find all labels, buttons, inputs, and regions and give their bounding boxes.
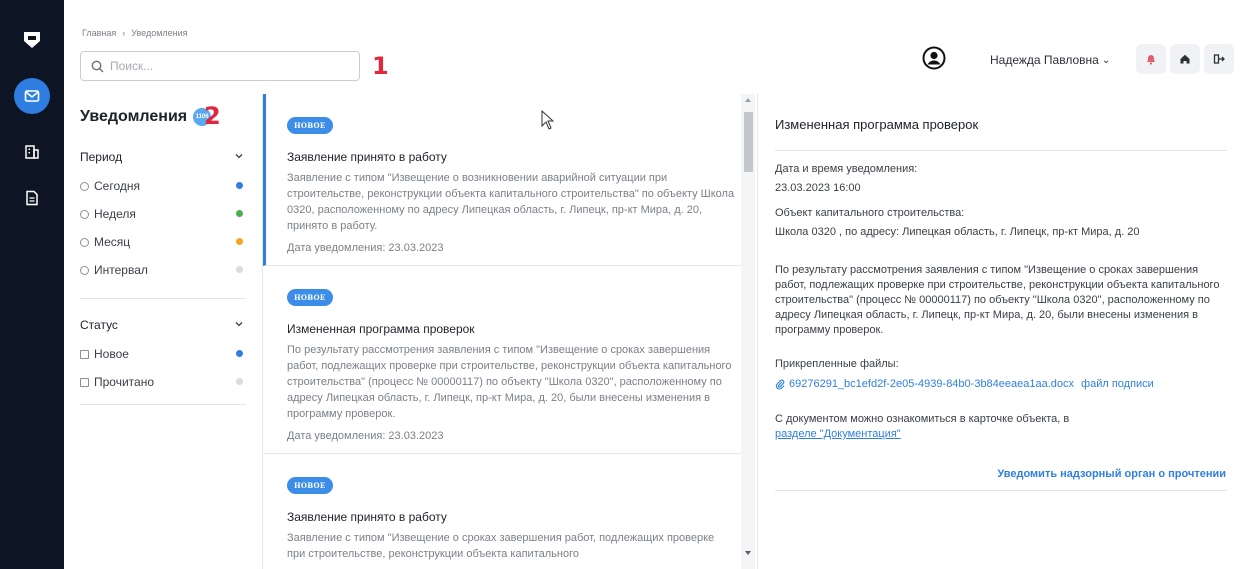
search-icon	[91, 60, 104, 72]
home-icon	[1180, 54, 1190, 64]
notification-title: Измененная программа проверок	[287, 322, 475, 336]
status-dot	[236, 238, 243, 245]
notify-authority-button[interactable]: Уведомить надзорный орган о прочтении	[997, 468, 1226, 480]
filter-option-week[interactable]: Неделя	[80, 207, 136, 221]
new-badge: НОВОЕ	[287, 477, 333, 494]
logout-icon	[1213, 54, 1225, 64]
status-dot	[236, 378, 243, 385]
option-label: Прочитано	[94, 375, 154, 389]
search-box[interactable]	[80, 51, 360, 81]
breadcrumb: Главная › Уведомления	[82, 28, 188, 38]
option-label: Месяц	[94, 235, 131, 249]
files-label: Прикрепленные файлы:	[775, 358, 899, 370]
home-button[interactable]	[1170, 44, 1200, 74]
doc-note: С документом можно ознакомиться в карточ…	[775, 413, 1070, 425]
notification-date: Дата уведомления: 23.03.2023	[287, 242, 444, 254]
annotation-2: 2	[204, 102, 221, 130]
divider	[775, 490, 1227, 491]
filter-option-new[interactable]: Новое	[80, 347, 129, 361]
filters-panel: Уведомления 1106 2 Период Сегодня Неделя…	[64, 94, 262, 569]
option-label: Неделя	[94, 207, 136, 221]
notification-text: Заявление с типом "Извещение о возникнов…	[287, 172, 735, 232]
list-item[interactable]: НОВОЕ Заявление принято в работу Заявлен…	[263, 454, 742, 569]
status-dot	[236, 210, 243, 217]
bell-icon	[1147, 55, 1155, 65]
notifications-list: НОВОЕ Заявление принято в работу Заявлен…	[262, 94, 756, 569]
radio-interval[interactable]	[80, 265, 89, 275]
status-dot	[236, 350, 243, 357]
divider	[80, 298, 246, 299]
chevron-down-icon[interactable]	[234, 319, 244, 329]
attachment-file-link[interactable]: 69276291_bc1efd2f-2e05-4939-84b0-3b84eea…	[789, 377, 1074, 392]
search-input[interactable]	[110, 59, 340, 73]
option-label: Интервал	[94, 263, 148, 277]
document-icon	[26, 190, 38, 206]
attachment-row: 69276291_bc1efd2f-2e05-4939-84b0-3b84eea…	[775, 377, 1230, 392]
divider	[80, 404, 246, 405]
nav-notifications[interactable]	[14, 78, 50, 114]
cursor-icon	[541, 110, 555, 130]
chevron-down-icon[interactable]	[234, 151, 244, 161]
object-label: Объект капитального строительства:	[775, 207, 965, 219]
datetime-label: Дата и время уведомления:	[775, 163, 918, 175]
user-menu[interactable]: Надежда Павловна ⌄	[990, 53, 1110, 67]
documentation-link-wrap: разделе "Документация"	[775, 427, 1230, 442]
new-badge: НОВОЕ	[287, 117, 333, 134]
filter-period-header[interactable]: Период	[80, 150, 122, 164]
radio-month[interactable]	[80, 237, 89, 247]
scrollbar[interactable]	[741, 94, 755, 569]
filter-option-read[interactable]: Прочитано	[80, 375, 154, 389]
notification-title: Заявление принято в работу	[287, 510, 447, 524]
list-item[interactable]: НОВОЕ Измененная программа проверок По р…	[263, 266, 742, 454]
notifications-bell-button[interactable]	[1136, 44, 1166, 74]
checkbox-read[interactable]	[80, 377, 89, 387]
detail-body: По результату рассмотрения заявления с т…	[775, 264, 1220, 336]
detail-title: Измененная программа проверок	[775, 117, 979, 132]
datetime-value: 23.03.2023 16:00	[775, 182, 861, 194]
notification-title: Заявление принято в работу	[287, 150, 447, 164]
avatar-icon[interactable]	[922, 46, 946, 75]
radio-today[interactable]	[80, 181, 89, 191]
status-dot	[236, 182, 243, 189]
chevron-down-icon: ⌄	[1101, 54, 1111, 66]
radio-week[interactable]	[80, 209, 89, 219]
paperclip-icon	[775, 379, 785, 390]
breadcrumb-current: Уведомления	[131, 28, 188, 38]
option-label: Новое	[94, 347, 129, 361]
option-label: Сегодня	[94, 179, 140, 193]
nav-documents[interactable]	[14, 180, 50, 216]
filter-option-month[interactable]: Месяц	[80, 235, 130, 249]
notification-text: Заявление с типом "Извещение о сроках за…	[287, 532, 715, 560]
notifications-heading: Уведомления 1106	[80, 108, 212, 126]
building-icon	[25, 145, 39, 159]
breadcrumb-home[interactable]: Главная	[82, 28, 116, 38]
envelope-icon	[24, 90, 40, 102]
checkbox-new[interactable]	[80, 349, 89, 359]
scroll-up-icon[interactable]	[744, 97, 752, 103]
filter-option-interval[interactable]: Интервал	[80, 263, 148, 277]
notification-detail: Измененная программа проверок Дата и вре…	[757, 94, 1247, 569]
notification-text: По результату рассмотрения заявления с т…	[287, 344, 732, 420]
breadcrumb-separator: ›	[122, 28, 126, 38]
annotation-1: 1	[372, 52, 389, 80]
status-dot	[236, 266, 243, 273]
documentation-link[interactable]: разделе "Документация"	[775, 428, 901, 440]
page-title: Уведомления	[80, 108, 188, 125]
scroll-down-icon[interactable]	[744, 550, 752, 556]
user-name: Надежда Павловна	[990, 53, 1099, 67]
divider	[775, 150, 1227, 151]
nav-objects[interactable]	[14, 134, 50, 170]
logo-icon[interactable]	[22, 30, 42, 50]
object-value: Школа 0320 , по адресу: Липецкая область…	[775, 226, 1140, 238]
list-item[interactable]: НОВОЕ Заявление принято в работу Заявлен…	[263, 94, 742, 266]
filter-status-header[interactable]: Статус	[80, 318, 118, 332]
sidebar-rail	[0, 0, 64, 569]
signature-file-link[interactable]: файл подписи	[1081, 377, 1154, 392]
filter-option-today[interactable]: Сегодня	[80, 179, 140, 193]
logout-button[interactable]	[1204, 44, 1234, 74]
scrollbar-thumb[interactable]	[744, 112, 753, 172]
new-badge: НОВОЕ	[287, 289, 333, 306]
notification-date: Дата уведомления: 23.03.2023	[287, 430, 444, 442]
